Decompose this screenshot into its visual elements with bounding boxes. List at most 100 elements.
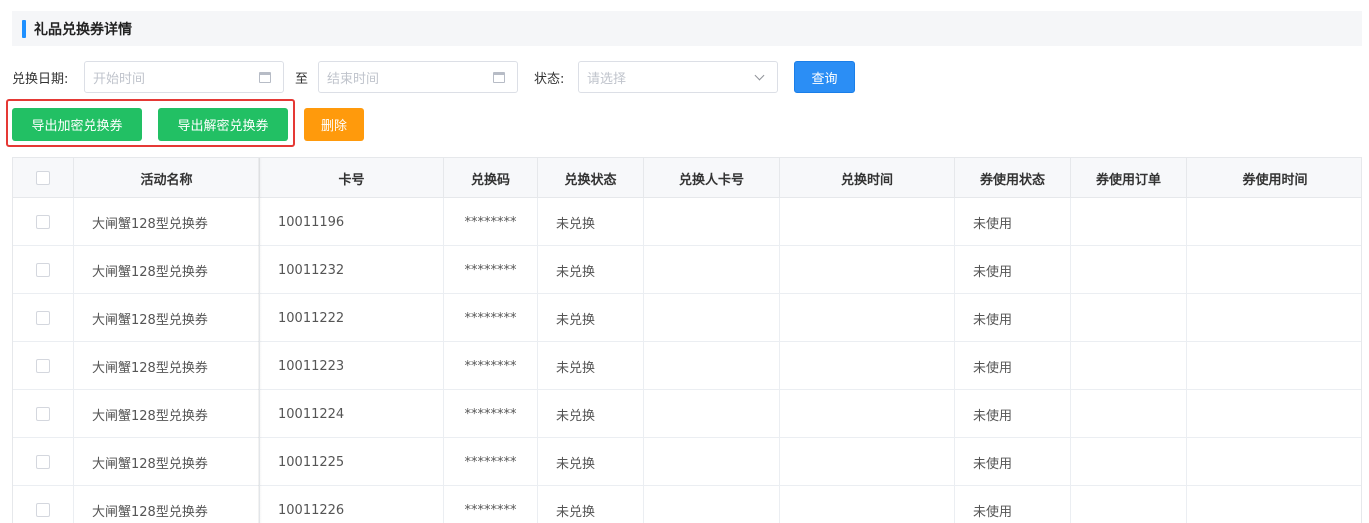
- section-header: 礼品兑换券详情: [12, 11, 1362, 46]
- row-checkbox[interactable]: [36, 311, 50, 325]
- status-placeholder: 请选择: [587, 71, 627, 87]
- cell-redeem-time: [780, 294, 955, 342]
- col-use-time: 券使用时间: [1242, 172, 1308, 188]
- cell-redeemer: [644, 486, 780, 523]
- row-select-cell: [13, 246, 74, 294]
- filter-bar: 兑换日期: 开始时间 至 结束时间 状态: 请选择 查询: [12, 61, 1362, 93]
- cell-redeemer: [644, 342, 780, 390]
- coupon-table: 活动名称 卡号 兑换码 兑换状态 兑换人卡号 兑换时间 券使用状态 券使用订单 …: [12, 157, 1362, 523]
- cell-card: 10011232: [260, 246, 444, 294]
- fixed-column-shadow: [258, 158, 262, 523]
- date-label: 兑换日期:: [12, 72, 69, 87]
- cell-order: [1071, 246, 1187, 294]
- cell-activity: 大闸蟹128型兑换券: [74, 246, 260, 294]
- header-select-cell: [13, 158, 74, 198]
- cell-activity: 大闸蟹128型兑换券: [74, 486, 260, 523]
- col-redeem-time: 兑换时间: [780, 158, 955, 198]
- row-checkbox[interactable]: [36, 359, 50, 373]
- cell-order: [1071, 198, 1187, 246]
- start-date-placeholder: 开始时间: [93, 71, 146, 87]
- cell-use-status: 未使用: [955, 342, 1071, 390]
- cell-code: ********: [444, 246, 538, 294]
- row-select-cell: [13, 486, 74, 523]
- col-order: 券使用订单: [1071, 158, 1187, 198]
- col-status: 兑换状态: [538, 158, 644, 198]
- row-checkbox[interactable]: [36, 407, 50, 421]
- cell-use-status: 未使用: [955, 246, 1071, 294]
- cell-order: [1071, 294, 1187, 342]
- calendar-icon: [253, 71, 277, 83]
- delete-button[interactable]: 删除: [304, 108, 364, 141]
- cell-redeemer: [644, 198, 780, 246]
- cell-use-time: [1187, 342, 1361, 390]
- cell-redeem-time: [780, 198, 955, 246]
- export-decrypted-button[interactable]: 导出解密兑换券: [158, 108, 288, 141]
- cell-code: ********: [444, 390, 538, 438]
- cell-activity: 大闸蟹128型兑换券: [74, 342, 260, 390]
- cell-order: [1071, 486, 1187, 523]
- cell-redeemer: [644, 246, 780, 294]
- cell-activity: 大闸蟹128型兑换券: [74, 390, 260, 438]
- cell-card: 10011226: [260, 486, 444, 523]
- cell-activity: 大闸蟹128型兑换券: [74, 438, 260, 486]
- cell-code: ********: [444, 486, 538, 523]
- chevron-down-icon: [747, 70, 771, 80]
- row-select-cell: [13, 198, 74, 246]
- cell-order: [1071, 390, 1187, 438]
- table-row: 大闸蟹128型兑换券 10011222 ******** 未兑换 未使用: [13, 294, 1361, 342]
- cell-use-time: [1187, 294, 1361, 342]
- cell-order: [1071, 438, 1187, 486]
- cell-activity: 大闸蟹128型兑换券: [74, 198, 260, 246]
- cell-use-time: [1187, 246, 1361, 294]
- export-encrypted-button[interactable]: 导出加密兑换券: [12, 108, 142, 141]
- cell-code: ********: [444, 342, 538, 390]
- col-activity: 活动名称: [74, 158, 260, 198]
- cell-use-status: 未使用: [955, 198, 1071, 246]
- cell-card: 10011224: [260, 390, 444, 438]
- cell-use-time: [1187, 198, 1361, 246]
- col-card: 卡号: [260, 158, 444, 198]
- cell-card: 10011222: [260, 294, 444, 342]
- cell-use-status: 未使用: [955, 390, 1071, 438]
- cell-use-time: [1187, 438, 1361, 486]
- calendar-icon: [487, 71, 511, 83]
- query-button[interactable]: 查询: [794, 61, 855, 93]
- cell-status: 未兑换: [538, 294, 644, 342]
- cell-use-status: 未使用: [955, 486, 1071, 523]
- status-select[interactable]: 请选择: [578, 61, 778, 93]
- row-checkbox[interactable]: [36, 503, 50, 517]
- cell-code: ********: [444, 294, 538, 342]
- cell-redeem-time: [780, 342, 955, 390]
- row-select-cell: [13, 342, 74, 390]
- select-all-checkbox[interactable]: [36, 171, 50, 185]
- status-label: 状态:: [534, 72, 565, 87]
- cell-redeemer: [644, 438, 780, 486]
- cell-status: 未兑换: [538, 486, 644, 523]
- cell-card: 10011223: [260, 342, 444, 390]
- cell-code: ********: [444, 438, 538, 486]
- cell-status: 未兑换: [538, 342, 644, 390]
- cell-card: 10011196: [260, 198, 444, 246]
- cell-status: 未兑换: [538, 246, 644, 294]
- table-row: 大闸蟹128型兑换券 10011196 ******** 未兑换 未使用: [13, 198, 1361, 246]
- col-redeemer: 兑换人卡号: [644, 158, 780, 198]
- table-row: 大闸蟹128型兑换券 10011224 ******** 未兑换 未使用: [13, 390, 1361, 438]
- table-row: 大闸蟹128型兑换券 10011226 ******** 未兑换 未使用: [13, 486, 1361, 523]
- cell-order: [1071, 342, 1187, 390]
- cell-redeem-time: [780, 438, 955, 486]
- range-separator: 至: [295, 72, 309, 87]
- cell-redeemer: [644, 390, 780, 438]
- cell-use-status: 未使用: [955, 438, 1071, 486]
- end-date-input[interactable]: 结束时间: [318, 61, 518, 93]
- row-checkbox[interactable]: [36, 263, 50, 277]
- cell-redeem-time: [780, 246, 955, 294]
- table-row: 大闸蟹128型兑换券 10011225 ******** 未兑换 未使用: [13, 438, 1361, 486]
- row-checkbox[interactable]: [36, 455, 50, 469]
- col-code: 兑换码: [444, 158, 538, 198]
- row-checkbox[interactable]: [36, 215, 50, 229]
- cell-code: ********: [444, 198, 538, 246]
- start-date-input[interactable]: 开始时间: [84, 61, 284, 93]
- col-use-status: 券使用状态: [955, 158, 1071, 198]
- cell-status: 未兑换: [538, 198, 644, 246]
- cell-card: 10011225: [260, 438, 444, 486]
